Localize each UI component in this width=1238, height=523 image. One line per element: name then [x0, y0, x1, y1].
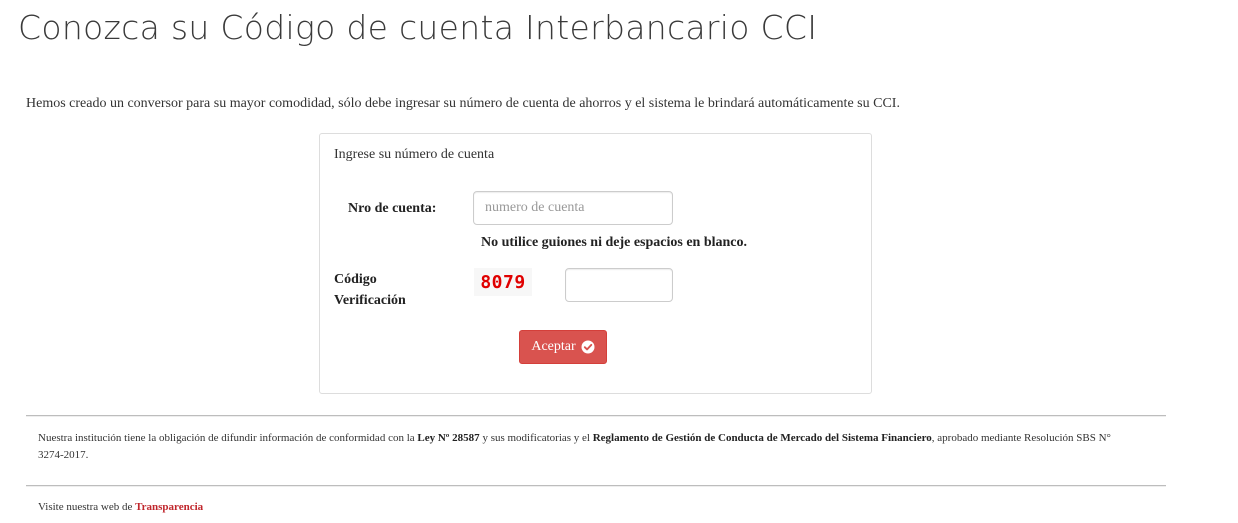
cci-form-panel: Ingrese su número de cuenta Nro de cuent… — [319, 133, 872, 394]
page: Conozca su Código de cuenta Interbancari… — [0, 0, 1238, 523]
regulation-reference: Reglamento de Gestión de Conducta de Mer… — [592, 432, 932, 444]
page-title: Conozca su Código de cuenta Interbancari… — [18, 8, 818, 47]
law-reference: Ley Nº 28587 — [417, 432, 480, 444]
captcha-text: 8079 — [480, 271, 526, 293]
legal-text-2: y sus modificatorias y el — [479, 432, 593, 444]
accept-button-label: Aceptar — [531, 339, 576, 354]
verification-code-input[interactable] — [565, 268, 673, 302]
account-hint: No utilice guiones ni deje espacios en b… — [481, 235, 748, 250]
accept-button[interactable]: Aceptar — [519, 330, 607, 364]
intro-text: Hemos creado un conversor para su mayor … — [26, 96, 900, 111]
verification-code-label-line2: Verificación — [334, 293, 406, 308]
visit-transparency: Visite nuestra web de Transparencia — [38, 501, 203, 513]
check-circle-icon — [581, 340, 595, 354]
account-number-label: Nro de cuenta: — [348, 201, 437, 216]
transparency-link[interactable]: Transparencia — [135, 501, 203, 513]
verification-code-label-line1: Código — [334, 272, 377, 287]
panel-heading: Ingrese su número de cuenta — [334, 147, 495, 162]
verification-code-label: Código Verificación — [334, 269, 434, 311]
divider — [26, 485, 1166, 487]
legal-notice: Nuestra institución tiene la obligación … — [38, 430, 1128, 464]
legal-text-1: Nuestra institución tiene la obligación … — [38, 432, 418, 444]
visit-text: Visite nuestra web de — [38, 501, 136, 513]
captcha-image: 8079 — [474, 268, 532, 296]
account-number-input[interactable] — [473, 191, 673, 225]
divider — [26, 415, 1166, 417]
